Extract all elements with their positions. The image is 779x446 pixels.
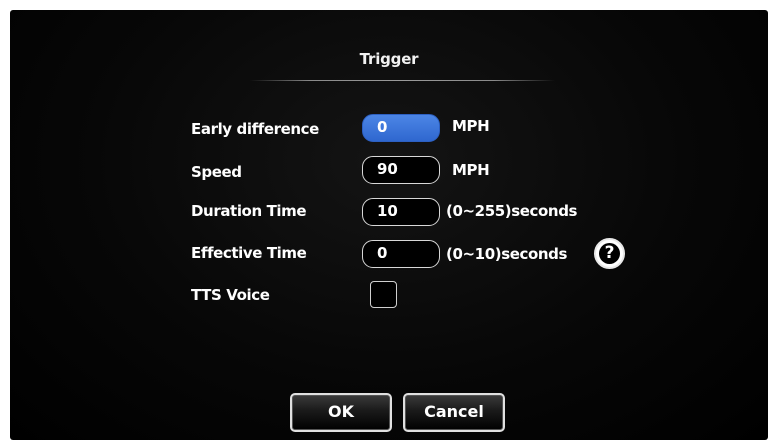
early-difference-unit: MPH [452, 117, 490, 135]
dialog-title: Trigger [359, 50, 419, 68]
speed-label: Speed [191, 163, 242, 181]
duration-time-unit: (0~255)seconds [446, 202, 578, 220]
ok-button[interactable]: OK [290, 393, 392, 432]
cancel-button[interactable]: Cancel [403, 393, 505, 432]
early-difference-field[interactable]: 0 [362, 114, 440, 142]
speed-field[interactable]: 90 [362, 156, 440, 184]
tts-voice-label: TTS Voice [191, 286, 270, 304]
help-button[interactable]: ? [594, 238, 625, 269]
title-divider [250, 80, 555, 81]
effective-time-unit: (0~10)seconds [446, 245, 568, 263]
early-difference-label: Early difference [191, 120, 319, 138]
speed-unit: MPH [452, 161, 490, 179]
trigger-dialog: Trigger Early difference 0 MPH Speed 90 … [10, 10, 768, 440]
duration-time-field[interactable]: 10 [362, 198, 440, 226]
tts-voice-checkbox[interactable] [370, 281, 397, 308]
duration-time-label: Duration Time [191, 202, 307, 220]
effective-time-field[interactable]: 0 [362, 240, 440, 268]
help-icon: ? [599, 243, 620, 264]
effective-time-label: Effective Time [191, 244, 307, 262]
